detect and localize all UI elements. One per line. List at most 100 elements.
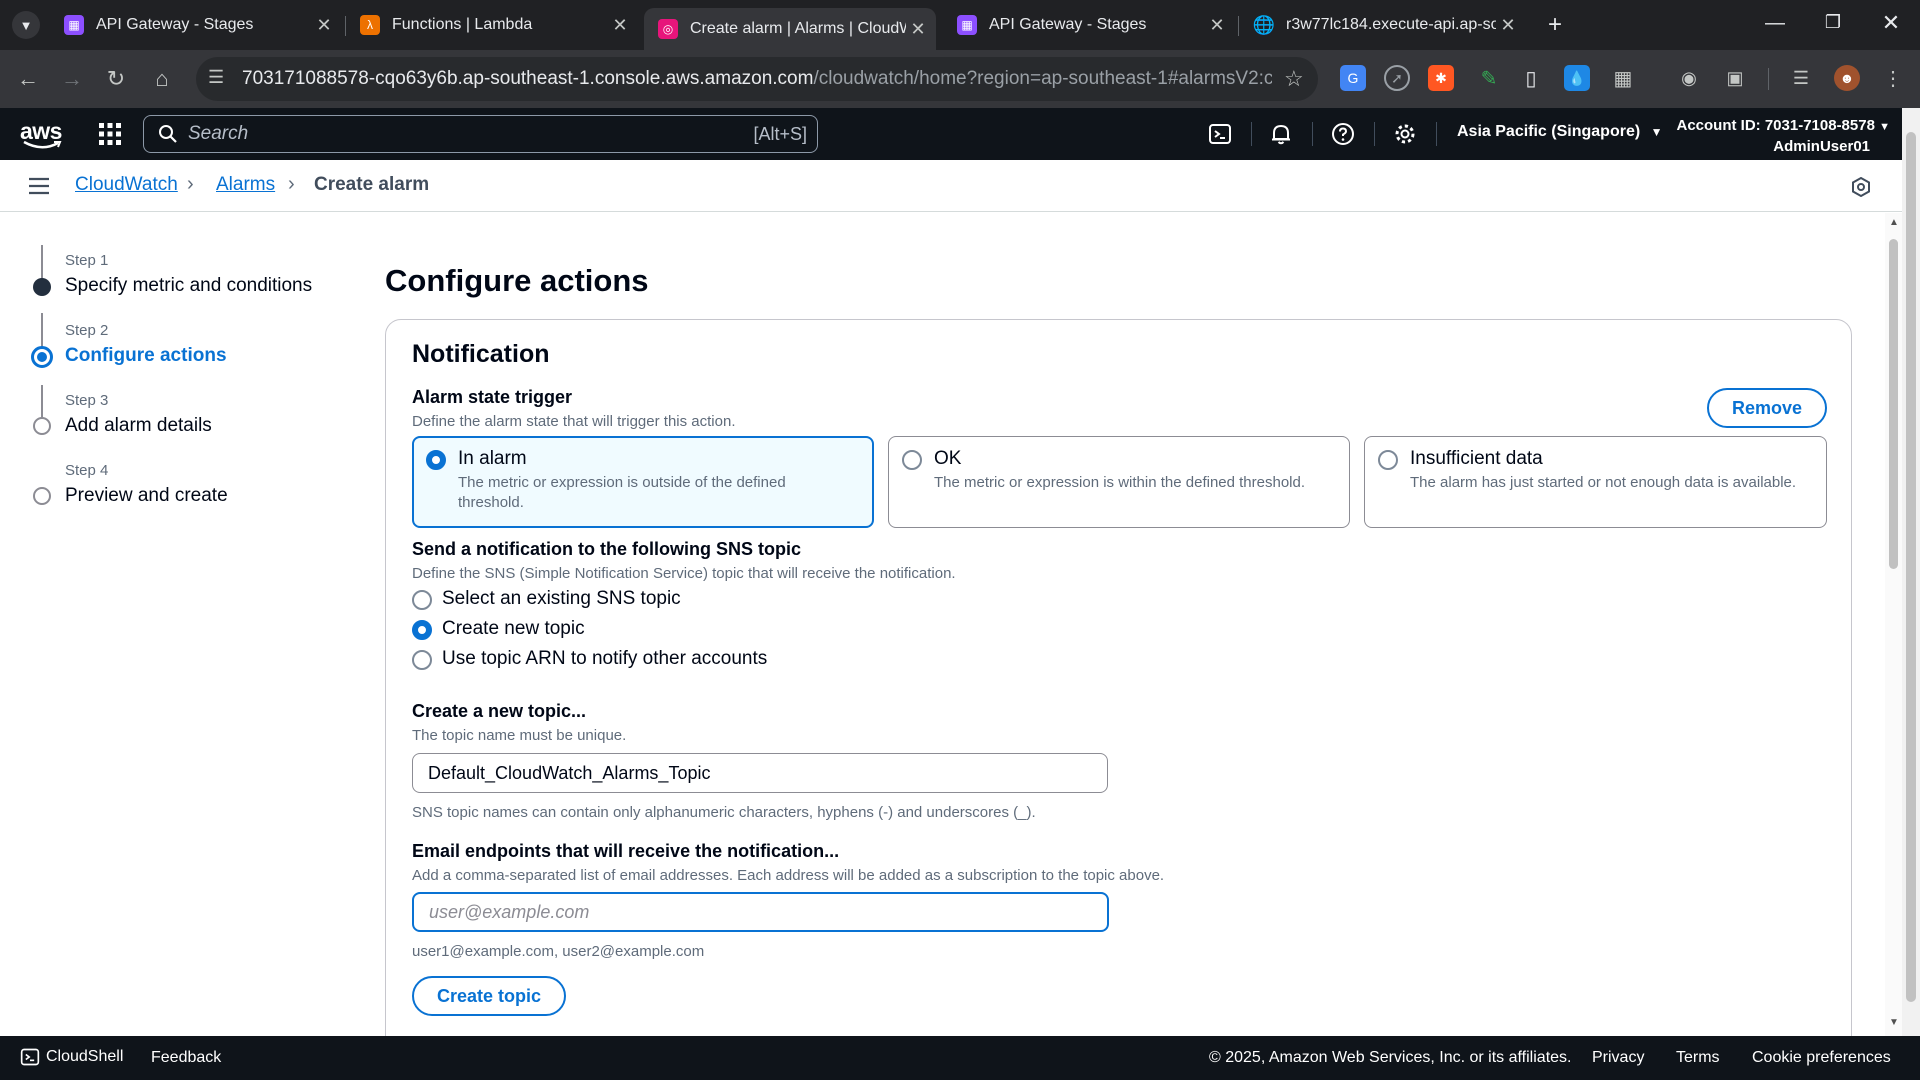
radio-ok[interactable] [902,450,922,470]
help-icon[interactable] [1329,120,1357,148]
option-topic-arn[interactable]: Use topic ARN to notify other accounts [442,648,767,670]
aws-smile-icon [23,140,62,149]
info-panel-toggle-icon[interactable] [1851,176,1871,198]
extensions-puzzle-icon[interactable]: ▦ [1610,65,1636,91]
site-info-icon[interactable]: ☰ [208,67,224,88]
chevron-right-icon: › [288,173,295,195]
browser-tab[interactable]: ▦ API Gateway - Stages ✕ [50,8,342,42]
tile-desc: The alarm has just started or not enough… [1410,474,1797,491]
tile-desc: The metric or expression is outside of t… [458,474,786,511]
trigger-tile-in-alarm[interactable]: In alarm The metric or expression is out… [412,436,874,528]
scroll-up-icon[interactable]: ▲ [1889,217,1899,228]
content-scrollbar-thumb[interactable] [1889,239,1898,569]
breadcrumb-alarms[interactable]: Alarms [216,174,275,196]
email-endpoints-input[interactable]: user@example.com [412,892,1109,932]
screenshot-icon[interactable]: ▣ [1722,65,1748,91]
browser-tab[interactable]: λ Functions | Lambda ✕ [346,8,638,42]
alarm-state-trigger-desc: Define the alarm state that will trigger… [412,413,736,430]
drop-extension-icon[interactable]: 💧 [1564,65,1590,91]
privacy-link[interactable]: Privacy [1592,1049,1644,1067]
close-icon[interactable]: ✕ [1496,15,1520,36]
radio-in-alarm[interactable] [426,450,446,470]
home-button[interactable]: ⌂ [146,63,178,95]
aws-logo[interactable]: aws [20,118,64,150]
tile-desc: The metric or expression is within the d… [934,474,1306,491]
topic-name-value: Default_CloudWatch_Alarms_Topic [428,762,711,783]
chevron-down-icon: ▼ [19,17,33,33]
close-icon[interactable]: ✕ [1205,15,1229,36]
forward-button[interactable]: → [56,63,88,95]
close-icon[interactable]: ✕ [906,19,930,40]
cloudshell-link[interactable]: CloudShell [20,1047,123,1067]
topic-name-input[interactable]: Default_CloudWatch_Alarms_Topic [412,753,1108,793]
main-content: Step 1 Specify metric and conditions Ste… [0,213,1885,1036]
breadcrumb-cloudwatch[interactable]: CloudWatch [75,174,178,196]
browser-tab[interactable]: 🌐 r3w77lc184.execute-api.ap-sou ✕ [1240,8,1526,42]
scroll-down-icon[interactable]: ▼ [1889,1017,1899,1028]
orange-extension-icon[interactable]: ✱ [1428,65,1454,91]
close-icon[interactable]: ✕ [608,15,632,36]
region-label: Asia Pacific (Singapore) [1457,123,1641,140]
remove-button[interactable]: Remove [1707,388,1827,428]
settings-gear-icon[interactable] [1391,120,1419,148]
account-menu[interactable]: Account ID: 7031-7108-8578 ▼ AdminUser01 [1660,116,1891,157]
new-topic-label: Create a new topic... [412,701,587,721]
profile-avatar[interactable]: ☻ [1834,65,1860,91]
browser-tab[interactable]: ▦ API Gateway - Stages ✕ [943,8,1235,42]
cloudshell-icon[interactable] [1206,120,1234,148]
toolbar-divider [1768,68,1769,90]
trigger-tile-ok[interactable]: OK The metric or expression is within th… [888,436,1350,528]
compass-extension-icon[interactable]: ➚ [1384,65,1410,91]
step-2-label: Step 2 [65,322,109,339]
step-4-title: Preview and create [65,485,228,506]
page-scrollbar[interactable] [1902,108,1920,1036]
services-grid-icon[interactable] [98,122,122,146]
step-current-dot [31,346,53,368]
side-nav-menu-icon[interactable] [28,176,50,196]
browser-tab-active[interactable]: ◎ Create alarm | Alarms | CloudW ✕ [644,8,936,50]
radio-existing-topic[interactable] [412,590,432,610]
create-topic-button[interactable]: Create topic [412,976,566,1016]
minimize-button[interactable]: — [1760,12,1790,38]
terms-link[interactable]: Terms [1676,1049,1720,1067]
cookie-preferences-link[interactable]: Cookie preferences [1752,1049,1891,1067]
step-4-label: Step 4 [65,462,109,479]
option-create-new-topic[interactable]: Create new topic [442,618,585,640]
address-bar[interactable]: ☰ 703171088578-cqo63y6b.ap-southeast-1.c… [196,57,1318,101]
pen-extension-icon[interactable]: ✎ [1476,65,1502,91]
content-scrollbar[interactable]: ▲ ▼ [1885,213,1902,1036]
new-tab-button[interactable]: + [1540,10,1570,40]
home-icon: ⌂ [155,66,169,91]
close-icon[interactable]: ✕ [312,15,336,36]
email-endpoints-hint: user1@example.com, user2@example.com [412,943,705,960]
tab-search-button[interactable]: ▼ [12,11,40,39]
media-controls-icon[interactable]: ☰ [1788,65,1814,91]
incognito-icon[interactable]: ◉ [1676,65,1702,91]
sns-topic-label: Send a notification to the following SNS… [412,539,801,559]
radio-create-new-topic[interactable] [412,620,432,640]
step-1-title[interactable]: Specify metric and conditions [65,275,312,297]
feedback-link[interactable]: Feedback [151,1049,221,1067]
reload-button[interactable]: ↻ [100,63,132,95]
nav-divider [1374,122,1375,146]
aws-search-input[interactable]: Search [Alt+S] [143,115,818,153]
tile-title: Insufficient data [1410,448,1543,469]
browser-tab-strip: ▼ ▦ API Gateway - Stages ✕ λ Functions |… [0,0,1920,50]
window-close-button[interactable]: ✕ [1876,10,1906,38]
trigger-tile-insufficient-data[interactable]: Insufficient data The alarm has just sta… [1364,436,1827,528]
breadcrumb-current: Create alarm [314,174,430,195]
back-button[interactable]: ← [12,63,44,95]
bookmark-star-icon[interactable]: ☆ [1284,66,1304,92]
sns-topic-desc: Define the SNS (Simple Notification Serv… [412,565,956,582]
phone-extension-icon[interactable]: ▯ [1518,65,1544,91]
radio-insufficient-data[interactable] [1378,450,1398,470]
step-pending-dot [33,417,51,435]
radio-topic-arn[interactable] [412,650,432,670]
translate-extension-icon[interactable]: G [1340,65,1366,91]
page-scrollbar-thumb[interactable] [1906,132,1916,1002]
notifications-bell-icon[interactable] [1267,120,1295,148]
region-selector[interactable]: Asia Pacific (Singapore) ▼ [1457,123,1663,141]
option-existing-topic[interactable]: Select an existing SNS topic [442,588,681,610]
browser-menu-icon[interactable]: ⋮ [1880,65,1906,91]
restore-button[interactable]: ❐ [1818,12,1848,38]
